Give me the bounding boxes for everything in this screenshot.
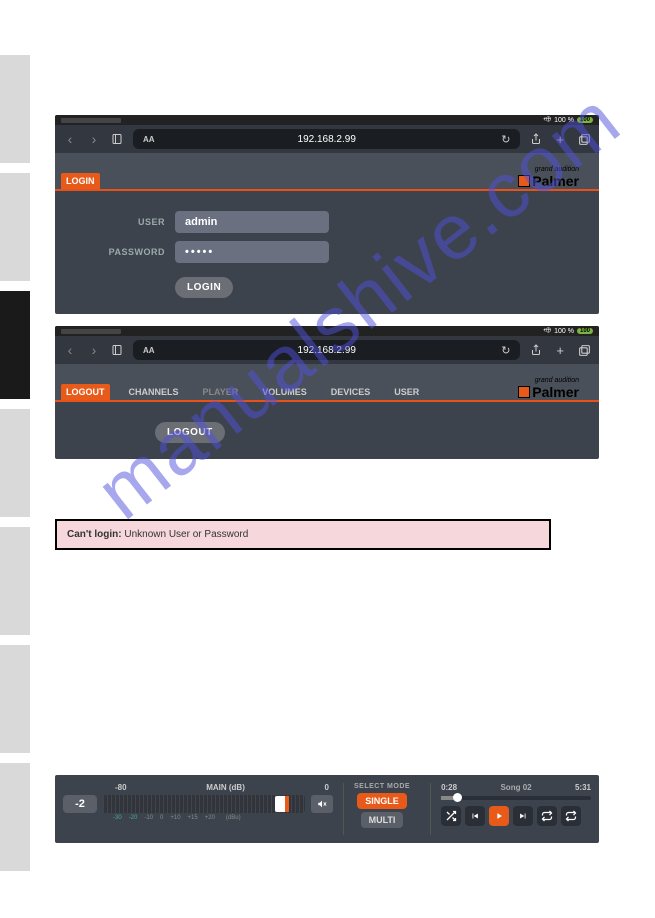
- playback-section: 0:28 Song 02 5:31: [430, 783, 591, 835]
- vol-title: MAIN (dB): [206, 783, 245, 792]
- tab-channels[interactable]: CHANNELS: [124, 384, 184, 400]
- password-input[interactable]: [175, 241, 329, 263]
- browser-toolbar: ‹ › AA 192.168.2.99 ↻ +: [55, 336, 599, 364]
- tab-player[interactable]: PLAYER: [198, 384, 244, 400]
- reload-icon[interactable]: ↻: [501, 133, 510, 146]
- progress-bar[interactable]: [441, 796, 591, 800]
- prev-button[interactable]: [465, 806, 485, 826]
- volume-section: -80 MAIN (dB) 0 -2 -30 -20 -10 0 +10 +15…: [63, 783, 333, 835]
- tabs-icon[interactable]: [578, 344, 591, 357]
- url-text: 192.168.2.99: [298, 134, 356, 145]
- login-screenshot: ⬲ 100 % 100 ‹ › AA 192.168.2.99 ↻ + gran…: [55, 115, 599, 314]
- bookmarks-icon[interactable]: [111, 344, 123, 356]
- tab-logout[interactable]: LOGOUT: [61, 384, 110, 400]
- tab-volumes[interactable]: VOLUMES: [257, 384, 312, 400]
- tab-login[interactable]: LOGIN: [61, 173, 100, 189]
- login-error-message: Can't login: Unknown User or Password: [55, 519, 551, 550]
- password-label: PASSWORD: [75, 247, 165, 257]
- address-bar[interactable]: AA 192.168.2.99 ↻: [133, 129, 520, 149]
- text-size-icon[interactable]: AA: [143, 346, 155, 355]
- tab-user[interactable]: USER: [389, 384, 424, 400]
- progress-handle[interactable]: [453, 793, 462, 802]
- sidebar-block: [0, 645, 30, 753]
- ios-status-bar: ⬲ 100 % 100: [55, 115, 599, 125]
- nav-tabs: LOGOUT CHANNELS PLAYER VOLUMES DEVICES U…: [61, 384, 424, 400]
- logout-screenshot: ⬲ 100 % 100 ‹ › AA 192.168.2.99 ↻ + gran…: [55, 326, 599, 459]
- browser-toolbar: ‹ › AA 192.168.2.99 ↻ +: [55, 125, 599, 153]
- play-button[interactable]: [489, 806, 509, 826]
- elapsed-time: 0:28: [441, 783, 457, 792]
- slider-handle[interactable]: [275, 796, 289, 812]
- vol-max: 0: [325, 783, 329, 792]
- player-bar: -80 MAIN (dB) 0 -2 -30 -20 -10 0 +10 +15…: [55, 775, 599, 843]
- sidebar-block: [0, 173, 30, 281]
- error-text: Unknown User or Password: [122, 529, 249, 540]
- brand-logo: grand audition Palmer: [518, 377, 579, 400]
- repeat-one-button[interactable]: [537, 806, 557, 826]
- volume-value: -2: [63, 795, 97, 813]
- ios-status-bar: ⬲ 100 % 100: [55, 326, 599, 336]
- share-icon[interactable]: [530, 132, 542, 146]
- app-header: grand audition Palmer LOGIN: [55, 153, 599, 189]
- app-header: grand audition Palmer LOGOUT CHANNELS PL…: [55, 364, 599, 400]
- next-button[interactable]: [513, 806, 533, 826]
- sidebar-block-active: [0, 291, 30, 399]
- mode-section: SELECT MODE SINGLE MULTI: [343, 783, 420, 835]
- user-label: USER: [75, 217, 165, 227]
- sidebar-block: [0, 55, 30, 163]
- url-text: 192.168.2.99: [298, 345, 356, 356]
- mode-single-button[interactable]: SINGLE: [357, 793, 407, 809]
- battery-icon: 100: [577, 117, 593, 123]
- mode-title: SELECT MODE: [354, 783, 410, 790]
- user-input[interactable]: [175, 211, 329, 233]
- brand-logo: grand audition Palmer: [518, 166, 579, 189]
- new-tab-icon[interactable]: +: [556, 132, 564, 147]
- mode-multi-button[interactable]: MULTI: [361, 812, 404, 828]
- battery-pct: 100 %: [554, 117, 574, 124]
- bookmarks-icon[interactable]: [111, 133, 123, 145]
- sidebar-block: [0, 527, 30, 635]
- shuffle-button[interactable]: [441, 806, 461, 826]
- sidebar-block: [0, 763, 30, 871]
- back-button[interactable]: ‹: [63, 131, 77, 147]
- reload-icon[interactable]: ↻: [501, 344, 510, 357]
- mute-button[interactable]: [311, 795, 333, 813]
- forward-button[interactable]: ›: [87, 342, 101, 358]
- total-time: 5:31: [575, 783, 591, 792]
- volume-slider[interactable]: [103, 795, 305, 813]
- sidebar-block: [0, 409, 30, 517]
- new-tab-icon[interactable]: +: [556, 343, 564, 358]
- volume-scale: -30 -20 -10 0 +10 +15 +20 (dBu): [63, 815, 333, 821]
- repeat-all-button[interactable]: [561, 806, 581, 826]
- logout-button[interactable]: LOGOUT: [155, 422, 225, 443]
- forward-button[interactable]: ›: [87, 131, 101, 147]
- address-bar[interactable]: AA 192.168.2.99 ↻: [133, 340, 520, 360]
- wifi-icon: ⬲: [543, 116, 551, 124]
- left-sidebar: [0, 55, 30, 918]
- error-title: Can't login:: [67, 529, 122, 540]
- login-button[interactable]: LOGIN: [175, 277, 233, 298]
- share-icon[interactable]: [530, 343, 542, 357]
- vol-min: -80: [115, 783, 127, 792]
- tab-devices[interactable]: DEVICES: [326, 384, 376, 400]
- back-button[interactable]: ‹: [63, 342, 77, 358]
- track-name: Song 02: [500, 783, 531, 792]
- battery-icon: 100: [577, 328, 593, 334]
- tabs-icon[interactable]: [578, 133, 591, 146]
- wifi-icon: ⬲: [543, 327, 551, 335]
- battery-pct: 100 %: [554, 328, 574, 335]
- text-size-icon[interactable]: AA: [143, 135, 155, 144]
- login-form: USER PASSWORD LOGIN: [55, 191, 599, 314]
